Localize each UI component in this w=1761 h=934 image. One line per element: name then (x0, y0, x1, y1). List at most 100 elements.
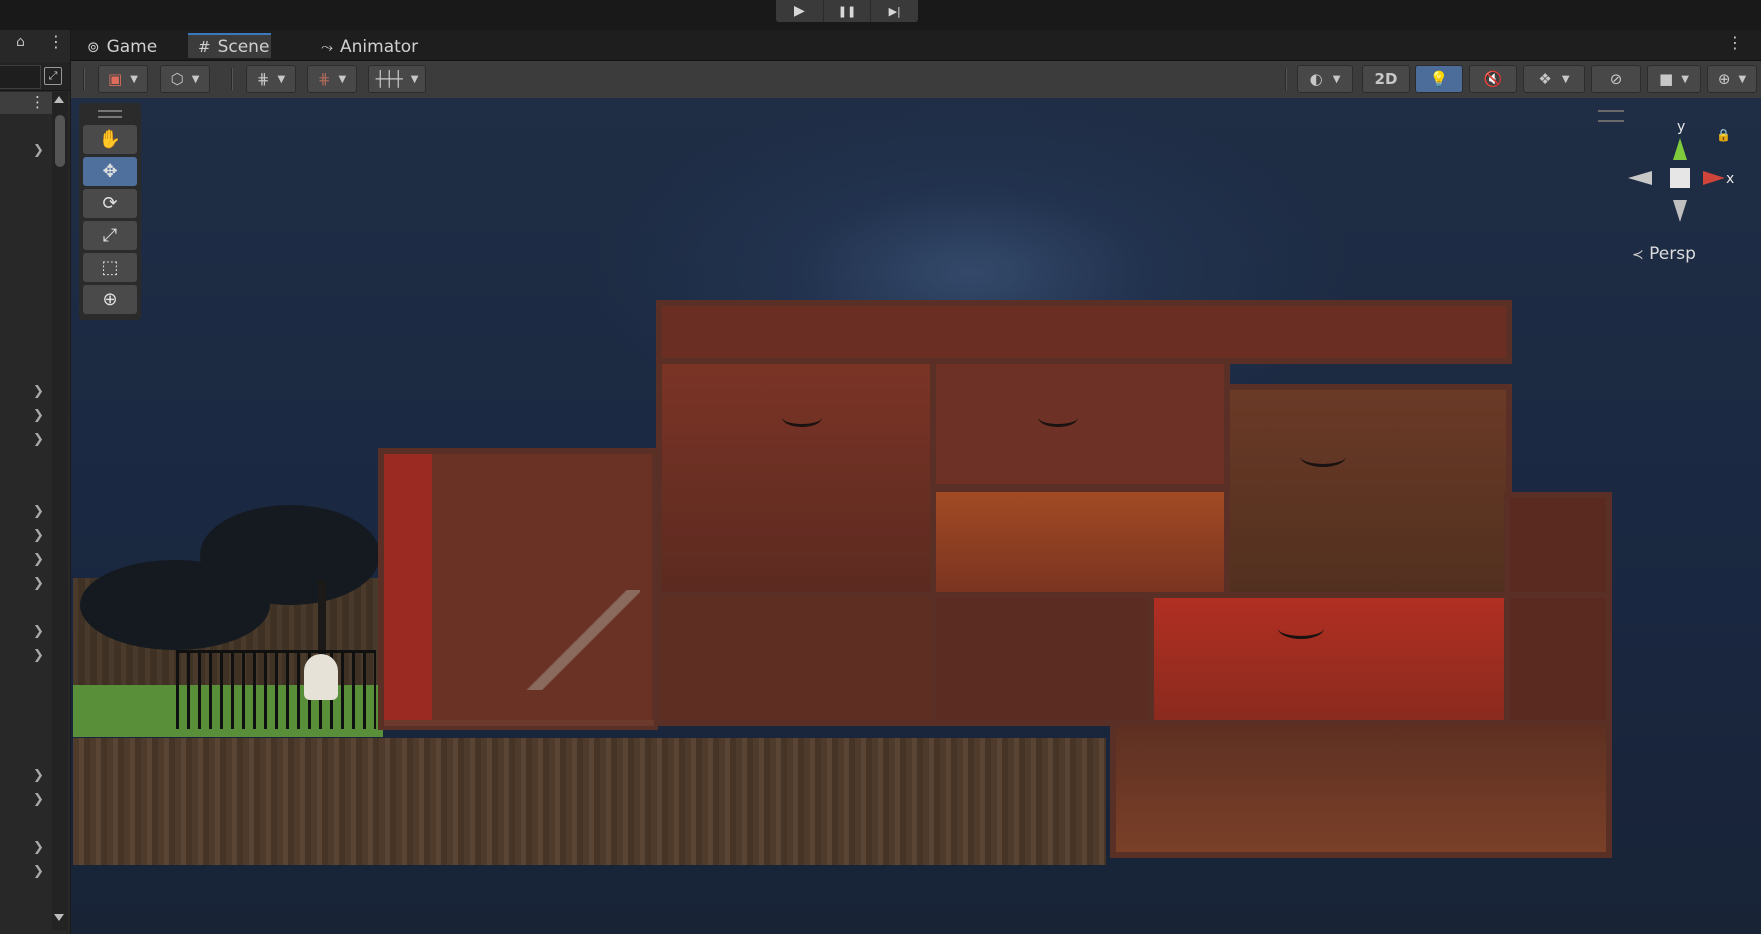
kebab-menu-icon[interactable]: ⋮ (1727, 33, 1743, 52)
step-button[interactable]: ▶| (871, 0, 918, 22)
gallery-room-upper (930, 358, 1230, 490)
chevron-down-icon: ▼ (277, 73, 286, 85)
grid-snap-dropdown[interactable]: ⋕ ▼ (246, 65, 296, 93)
hidden-eye-icon: ⊘ (1609, 70, 1623, 88)
scroll-up-icon[interactable] (54, 96, 64, 103)
effects-layers-icon: ❖ (1538, 70, 1552, 88)
shading-mode-dropdown[interactable]: ◐ ▼ (1297, 65, 1353, 93)
scene-toolbar: ▣ ▼ ⬡ ▼ ⋕ ▼ ⋕ ▼ ┼┼┼ ▼ ◐ ▼ 2D 💡 🔇 ❖ ▼ ⊘ ■ ▼ ⊕ ▼ (71, 61, 1761, 99)
chandelier (1300, 446, 1346, 467)
tab-scene-label: Scene (217, 36, 270, 57)
gizmo-center-cube[interactable] (1670, 168, 1690, 188)
expand-chevron-icon[interactable]: ❯ (33, 384, 44, 399)
axis-x-label: x (1726, 171, 1734, 187)
camera-icon: ■ (1659, 70, 1674, 88)
expand-chevron-icon[interactable]: ❯ (33, 432, 44, 447)
move-tool-button[interactable]: ✥ (83, 157, 137, 186)
portrait-hall (930, 486, 1230, 598)
effects-dropdown[interactable]: ❖ ▼ (1523, 65, 1585, 93)
hand-tool-button[interactable]: ✋ (83, 125, 137, 154)
tree-canopy (200, 505, 380, 605)
side-wing-lower (1504, 592, 1612, 726)
expand-chevron-icon[interactable]: ❯ (33, 528, 44, 543)
attic-room (656, 300, 1512, 364)
rect-tool-button[interactable]: ⬚ (83, 253, 137, 282)
toggle-2d-button[interactable]: 2D (1362, 65, 1410, 93)
lock-icon[interactable]: ⌂ (16, 34, 25, 50)
expand-chevron-icon[interactable]: ❯ (33, 504, 44, 519)
hand-icon: ✋ (98, 129, 122, 150)
expand-chevron-icon[interactable]: ❯ (33, 768, 44, 783)
transform-tool-button[interactable]: ⊕ (83, 285, 137, 314)
tab-game[interactable]: ⊚ Game (77, 33, 167, 60)
chevron-down-icon: ▼ (1738, 73, 1747, 85)
gamepad-icon: ⊚ (87, 37, 100, 56)
dining-room (930, 592, 1154, 726)
ruler-dropdown[interactable]: ┼┼┼ ▼ (368, 65, 426, 93)
perspective-toggle[interactable]: ≺ Persp (1632, 244, 1696, 264)
annex-floor (384, 720, 654, 726)
neg-y-axis-cone[interactable] (1673, 200, 1687, 222)
expand-chevron-icon[interactable]: ❯ (33, 624, 44, 639)
chevron-down-icon: ▼ (1332, 73, 1341, 85)
iron-fence (176, 650, 376, 729)
hierarchy-scroll-thumb[interactable] (55, 115, 65, 167)
chevron-down-icon: ▼ (191, 73, 200, 85)
draw-mode-dropdown[interactable]: ▣ ▼ (98, 65, 148, 93)
tab-animator-label: Animator (340, 36, 419, 57)
hierarchy-scrollbar[interactable] (52, 92, 68, 930)
chevron-down-icon: ▼ (1681, 73, 1689, 85)
visibility-toggle[interactable]: ⊘ (1591, 65, 1641, 93)
gizmo-globe-icon: ⊕ (1717, 70, 1731, 88)
gizmo-grip[interactable] (1598, 110, 1624, 122)
neg-x-axis-cone[interactable] (1628, 171, 1652, 185)
chandelier (1278, 618, 1324, 639)
expand-chevron-icon[interactable]: ❯ (33, 840, 44, 855)
chevron-down-icon: ▼ (1561, 73, 1570, 85)
gizmos-dropdown[interactable]: ⊕ ▼ (1707, 65, 1757, 93)
expand-chevron-icon[interactable]: ❯ (33, 648, 44, 663)
scroll-down-icon[interactable] (54, 914, 64, 921)
expand-chevron-icon[interactable]: ❯ (33, 792, 44, 807)
chevron-down-icon: ▼ (410, 73, 419, 85)
grid-snap-icon: ⋕ (256, 70, 270, 88)
transform-globe-icon: ⊕ (102, 289, 118, 310)
camera-dropdown[interactable]: ■ ▼ (1647, 65, 1701, 93)
orientation-gizmo[interactable]: y x (1625, 120, 1735, 230)
rotate-icon: ⟳ (102, 193, 118, 214)
expand-chevron-icon[interactable]: ❯ (33, 552, 44, 567)
expand-chevron-icon[interactable]: ❯ (33, 864, 44, 879)
x-axis-cone[interactable] (1703, 171, 1725, 185)
render-mode-dropdown[interactable]: ⬡ ▼ (160, 65, 210, 93)
overlay-grip[interactable] (98, 110, 122, 118)
pause-button[interactable]: ❚❚ (824, 0, 872, 22)
tab-animator[interactable]: ⤳ Animator (311, 33, 428, 60)
chandelier (1038, 408, 1078, 427)
red-lounge (1148, 592, 1512, 726)
expand-chevron-icon[interactable]: ❯ (33, 143, 44, 158)
scale-tool-button[interactable]: ⤢ (83, 221, 137, 250)
step-icon: ▶| (888, 4, 901, 18)
chevron-down-icon: ▼ (130, 73, 138, 85)
pause-icon: ❚❚ (837, 4, 857, 18)
maximize-icon[interactable]: ⤢ (44, 67, 62, 85)
rotate-tool-button[interactable]: ⟳ (83, 189, 137, 218)
kebab-menu-icon[interactable]: ⋮ (48, 32, 64, 51)
expand-chevron-icon[interactable]: ❯ (33, 576, 44, 591)
lighting-toggle[interactable]: 💡 (1415, 65, 1463, 93)
y-axis-cone[interactable] (1673, 138, 1687, 160)
row-menu-icon[interactable]: ⋮ (30, 93, 45, 111)
expand-chevron-icon[interactable]: ❯ (33, 408, 44, 423)
shading-sphere-icon: ◐ (1309, 70, 1323, 88)
scale-icon: ⤢ (102, 225, 118, 246)
editor-tab-bar: ⊚ Game # Scene ⤳ Animator ⋮ (71, 30, 1761, 61)
tab-scene[interactable]: # Scene (188, 33, 271, 58)
lightbulb-icon: 💡 (1429, 70, 1449, 88)
play-icon: ▶ (793, 3, 805, 19)
audio-toggle[interactable]: 🔇 (1469, 65, 1517, 93)
hierarchy-search-input[interactable] (0, 65, 41, 89)
hierarchy-selected-row[interactable]: ⋮ (0, 92, 52, 114)
move-arrows-icon: ✥ (102, 161, 118, 182)
increment-snap-dropdown[interactable]: ⋕ ▼ (307, 65, 357, 93)
play-button[interactable]: ▶ (776, 0, 824, 22)
